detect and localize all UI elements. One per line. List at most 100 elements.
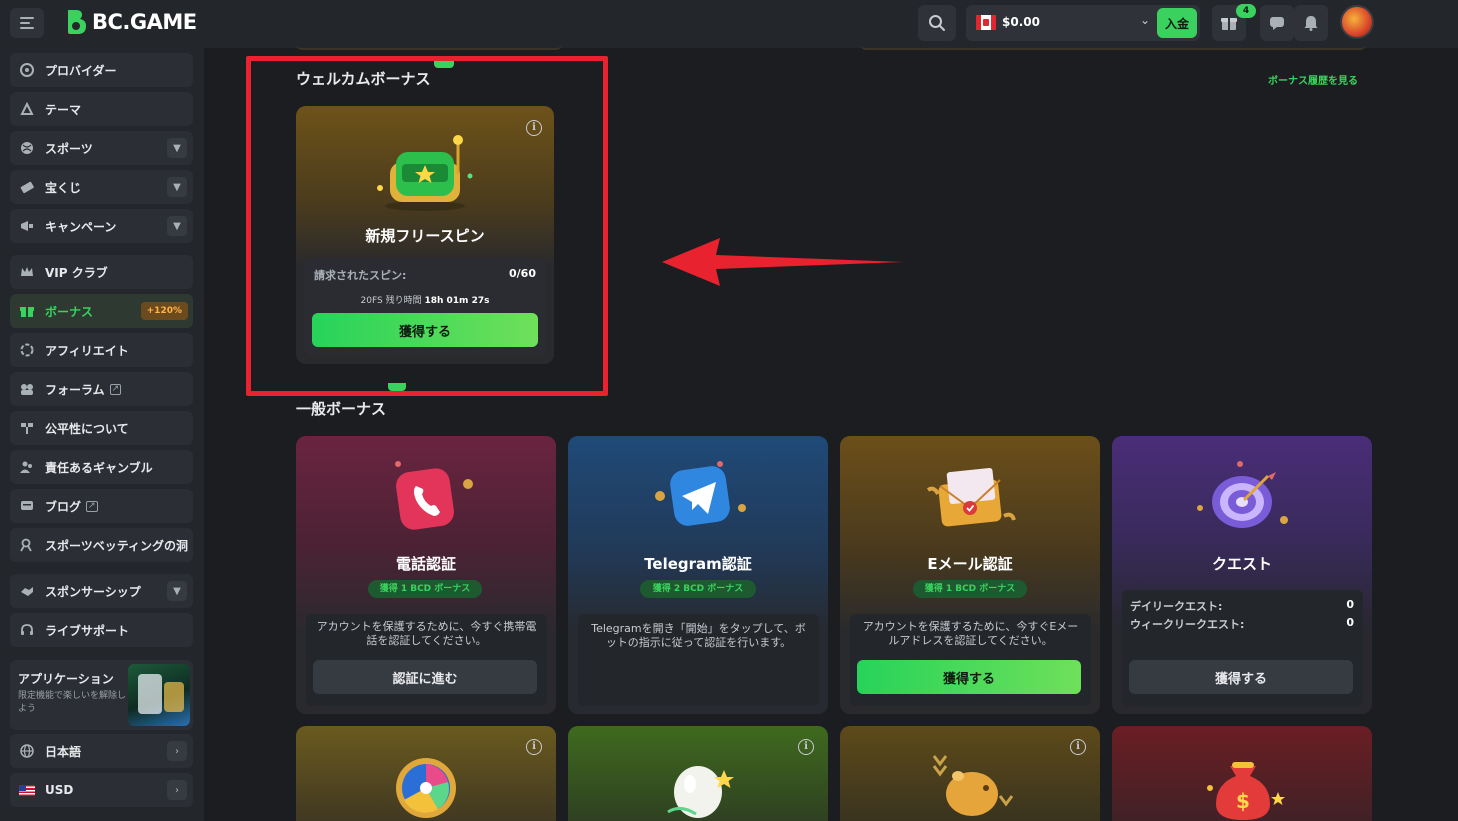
gift-icon [19, 303, 35, 319]
sidebar-item-sports[interactable]: スポーツ ▼ [10, 131, 193, 165]
gift-icon [1221, 18, 1237, 30]
target-icon [1197, 461, 1288, 528]
telegram-icon [655, 461, 746, 526]
sidebar-item-sponsorship[interactable]: スポンサーシップ ▼ [10, 574, 193, 608]
sidebar-item-label: VIP クラブ [45, 265, 108, 280]
app-preview-image [128, 664, 190, 726]
lucky-wheel-card: i [296, 726, 556, 821]
chevron-down-icon[interactable]: ▼ [167, 177, 187, 197]
sidebar-item-label: アフィリエイト [45, 343, 129, 358]
phone-card-title: 電話認証 [395, 555, 456, 573]
email-verification-card: Eメール認証 獲得 1 BCD ボーナス アカウントを保護するために、今すぐEメ… [840, 436, 1100, 714]
info-icon[interactable]: i [798, 739, 814, 755]
app-card-title: アプリケーション [18, 672, 114, 686]
deposit-button[interactable]: 入金 [1157, 8, 1197, 38]
reward-badge: 獲得 2 BCD ボーナス [640, 580, 756, 598]
people-icon [19, 459, 35, 475]
chevron-right-icon: › [167, 780, 187, 800]
phone-icon [395, 461, 473, 530]
claim-quest-button[interactable]: 獲得する [1129, 660, 1353, 694]
chevron-down-icon[interactable]: ▼ [167, 216, 187, 236]
wallet-balance: $0.00 [1002, 15, 1040, 29]
quest-card: クエスト デイリークエスト: 0 ウィークリークエスト: 0 獲得する [1112, 436, 1372, 714]
chat-icon [1270, 17, 1284, 30]
app-card-subtitle: 限定機能で楽しいを解除しよう [18, 691, 127, 714]
piggy-bank-icon [932, 755, 1014, 816]
sidebar-item-blog[interactable]: ブログ ↗ [10, 489, 193, 523]
info-icon[interactable]: i [1070, 739, 1086, 755]
claim-email-bonus-button[interactable]: 獲得する [857, 660, 1081, 694]
wheel-icon [396, 758, 456, 818]
headset-icon [19, 622, 35, 638]
currency-selector[interactable]: USD › [10, 773, 193, 807]
globe-icon [19, 743, 35, 759]
sidebar-item-label: テーマ [45, 102, 82, 117]
daily-quest-label: デイリークエスト: [1130, 600, 1223, 613]
sidebar-item-sports-betting-insights[interactable]: スポーツベッティングの洞 [10, 528, 193, 562]
sidebar-item-fairness[interactable]: 公平性について [10, 411, 193, 445]
logo[interactable]: BC.GAME [62, 8, 197, 36]
weekly-quest-value: 0 [1346, 616, 1354, 629]
daily-quest-value: 0 [1346, 598, 1354, 611]
egg-icon [667, 766, 734, 818]
sidebar-item-label: スポーツ [45, 141, 93, 156]
search-icon [929, 15, 945, 31]
search-button[interactable] [918, 5, 956, 41]
sidebar-item-label: 宝くじ [45, 180, 82, 195]
chevron-right-icon: › [167, 741, 187, 761]
sidebar-item-bonus[interactable]: ボーナス +120% [10, 294, 193, 328]
reward-badge: 獲得 1 BCD ボーナス [913, 580, 1027, 598]
sidebar-item-vip-club[interactable]: VIP クラブ [10, 255, 193, 289]
sidebar-item-affiliate[interactable]: アフィリエイト [10, 333, 193, 367]
bonus-history-link[interactable]: ボーナス履歴を見る [1268, 72, 1358, 87]
egg-bonus-card: i [568, 726, 828, 821]
sidebar-item-label: キャンペーン [45, 219, 117, 234]
email-card-description: アカウントを保護するために、今すぐEメールアドレスを認証してください。 [862, 620, 1079, 647]
sidebar-item-label: スポンサーシップ [45, 584, 141, 599]
canada-flag-icon [976, 15, 996, 30]
sidebar-item-campaigns[interactable]: キャンペーン ▼ [10, 209, 193, 243]
sidebar-item-forum[interactable]: フォーラム ↗ [10, 372, 193, 406]
chat-button[interactable] [1260, 5, 1294, 41]
sidebar-item-label: 公平性について [45, 421, 129, 436]
info-icon[interactable]: i [526, 739, 542, 755]
phone-verification-card: 電話認証 獲得 1 BCD ボーナス アカウントを保護するために、今すぐ携帯電話… [296, 436, 556, 714]
fairness-icon [19, 420, 35, 436]
sidebar-item-label: 責任あるギャンブル [45, 460, 153, 475]
money-bag-card: $ [1112, 726, 1372, 821]
sidebar: プロバイダー テーマ スポーツ ▼ 宝くじ ▼ キャンペーン ▼ VIP クラブ… [0, 48, 204, 821]
notifications-button[interactable] [1294, 5, 1328, 41]
sidebar-item-label: ボーナス [45, 304, 94, 319]
top-bar: BC.GAME $0.00 ⌄ 入金 4 [0, 0, 1458, 48]
proceed-verification-button[interactable]: 認証に進む [313, 660, 537, 694]
sports-ball-icon [19, 140, 35, 156]
piggy-bank-card: i [840, 726, 1100, 821]
telegram-card-description: Telegramを開き「開始」をタップして、ボットの指示に従って認証を行います。 [591, 622, 806, 649]
sidebar-item-label: ライブサポート [45, 623, 130, 638]
chevron-down-icon[interactable]: ▼ [167, 581, 187, 601]
sidebar-item-themes[interactable]: テーマ [10, 92, 193, 126]
user-avatar[interactable] [1340, 5, 1374, 39]
menu-toggle-button[interactable] [10, 8, 44, 38]
sidebar-item-label: スポーツベッティングの洞 [45, 538, 189, 553]
sidebar-item-providers[interactable]: プロバイダー [10, 53, 193, 87]
bell-icon [1304, 16, 1318, 31]
sidebar-item-lottery[interactable]: 宝くじ ▼ [10, 170, 193, 204]
language-selector[interactable]: 日本語 › [10, 734, 193, 768]
app-download-card[interactable]: アプリケーション 限定機能で楽しいを解除しよう [10, 660, 193, 730]
chevron-down-icon[interactable]: ▼ [167, 138, 187, 158]
currency-label: USD [45, 783, 74, 797]
external-link-icon: ↗ [86, 500, 98, 512]
general-bonus-title: 一般ボーナス [296, 400, 387, 418]
sidebar-item-responsible-gambling[interactable]: 責任あるギャンブル [10, 450, 193, 484]
telegram-card-title: Telegram認証 [644, 555, 752, 573]
logo-icon [68, 10, 86, 34]
quest-card-title: クエスト [1211, 555, 1272, 573]
money-bag-icon: $ [1207, 762, 1285, 820]
wallet-selector[interactable]: $0.00 ⌄ 入金 [966, 5, 1200, 41]
section-indicator [388, 383, 406, 391]
sidebar-item-live-support[interactable]: ライブサポート [10, 613, 193, 647]
sidebar-item-label: フォーラム [45, 382, 105, 397]
bonus-percent-badge: +120% [140, 302, 188, 320]
campaign-megaphone-icon [19, 218, 35, 234]
